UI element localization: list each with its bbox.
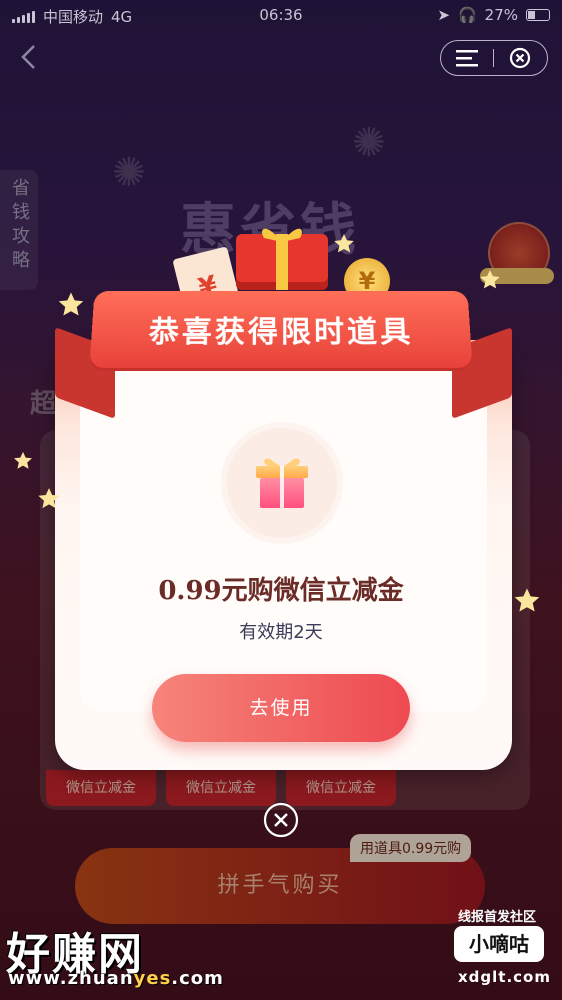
headphones-icon: 🎧	[457, 6, 477, 24]
dismiss-modal-button[interactable]	[263, 802, 299, 838]
menu-icon	[456, 50, 478, 67]
close-button[interactable]	[494, 47, 546, 69]
star-icon	[480, 270, 500, 289]
watermark-url-suffix: .com	[171, 968, 224, 989]
gift-bow-icon	[262, 228, 302, 242]
use-now-button[interactable]: 去使用	[152, 674, 410, 742]
battery-icon	[526, 9, 550, 21]
watermark-url-highlight: yes	[133, 968, 172, 989]
mini-program-capsule	[440, 40, 548, 76]
gift-icon	[256, 458, 308, 508]
location-icon: ➤	[437, 6, 450, 24]
modal-title: 恭喜获得限时道具	[148, 315, 414, 350]
chevron-left-icon	[21, 45, 35, 69]
menu-button[interactable]	[441, 49, 493, 67]
star-icon	[58, 292, 84, 316]
close-circle-icon	[509, 47, 531, 69]
validity-text: 有效期2天	[239, 622, 323, 643]
star-icon	[38, 488, 60, 509]
watermark-brand: 小嘀咕	[454, 926, 544, 962]
status-bar: 中国移动 4G 06:36 ➤ 🎧 27%	[0, 0, 562, 30]
battery-percent: 27%	[484, 6, 518, 24]
watermark-site-url: www.zhuanyes.com	[8, 968, 224, 989]
watermark-url-prefix: www.zhuan	[8, 968, 134, 989]
watermark-tagline: 线报首发社区	[458, 910, 537, 925]
coupon-title: 0.99元购微信立减金	[158, 576, 404, 606]
star-icon	[14, 451, 32, 469]
watermark-brand-url: xdglt.com	[458, 968, 551, 986]
star-icon	[334, 234, 354, 253]
reward-ribbon: 恭喜获得限时道具	[89, 291, 473, 368]
back-button[interactable]	[18, 42, 48, 72]
